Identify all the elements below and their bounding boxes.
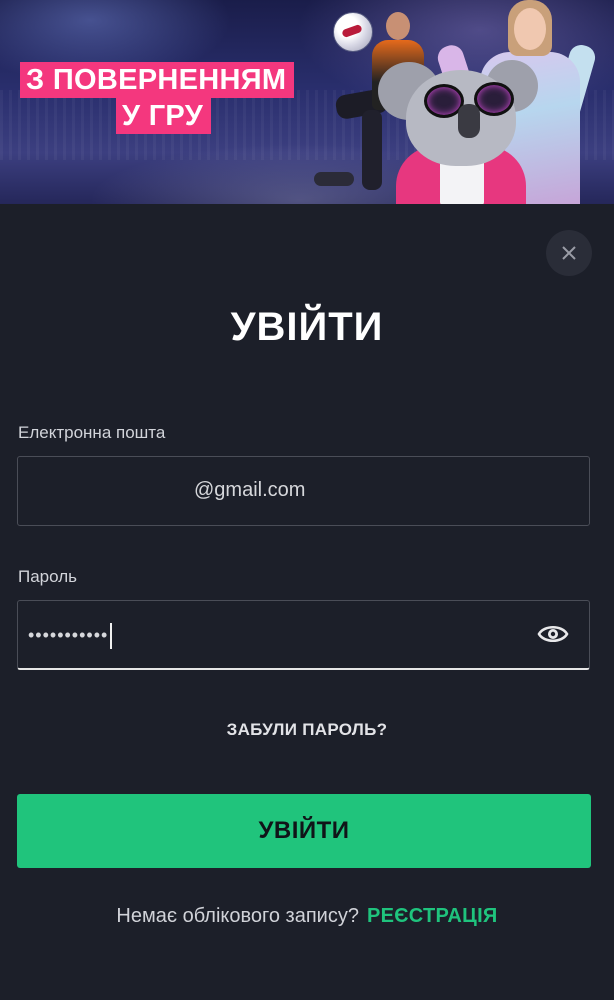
password-label: Пароль: [18, 567, 77, 586]
email-field[interactable]: @gmail.com: [17, 456, 590, 526]
player-image: [386, 12, 410, 40]
koala-mascot-image: [474, 82, 514, 116]
close-icon: [562, 246, 576, 260]
forgot-password-link[interactable]: ЗАБУЛИ ПАРОЛЬ?: [0, 720, 614, 740]
promo-title-line-2: У ГРУ: [116, 98, 212, 134]
no-account-text: Немає облікового запису?: [116, 905, 359, 927]
football-image: [333, 12, 373, 52]
register-link[interactable]: РЕЄСТРАЦІЯ: [367, 905, 498, 927]
text-caret: [110, 623, 113, 649]
email-label: Електронна пошта: [18, 423, 166, 442]
promo-banner[interactable]: З ПОВЕРНЕННЯМ У ГРУ: [0, 0, 614, 204]
woman-image: [514, 8, 546, 50]
page-title: УВІЙТИ: [230, 305, 384, 349]
login-modal: УВІЙТИ Електронна пошта @gmail.com Парол…: [0, 204, 614, 1000]
player-image: [314, 172, 354, 186]
close-button[interactable]: [546, 230, 592, 276]
register-prompt: Немає облікового запису? РЕЄСТРАЦІЯ: [0, 905, 614, 928]
promo-title-line-1: З ПОВЕРНЕННЯМ: [20, 62, 295, 98]
password-value: •••••••••••: [28, 623, 113, 649]
koala-mascot-image: [458, 104, 480, 138]
login-button[interactable]: УВІЙТИ: [17, 794, 591, 868]
show-password-button[interactable]: [537, 623, 569, 645]
player-image: [362, 110, 382, 190]
email-value: @gmail.com: [194, 479, 306, 501]
password-field[interactable]: •••••••••••: [17, 600, 590, 670]
eye-icon: [537, 625, 569, 643]
